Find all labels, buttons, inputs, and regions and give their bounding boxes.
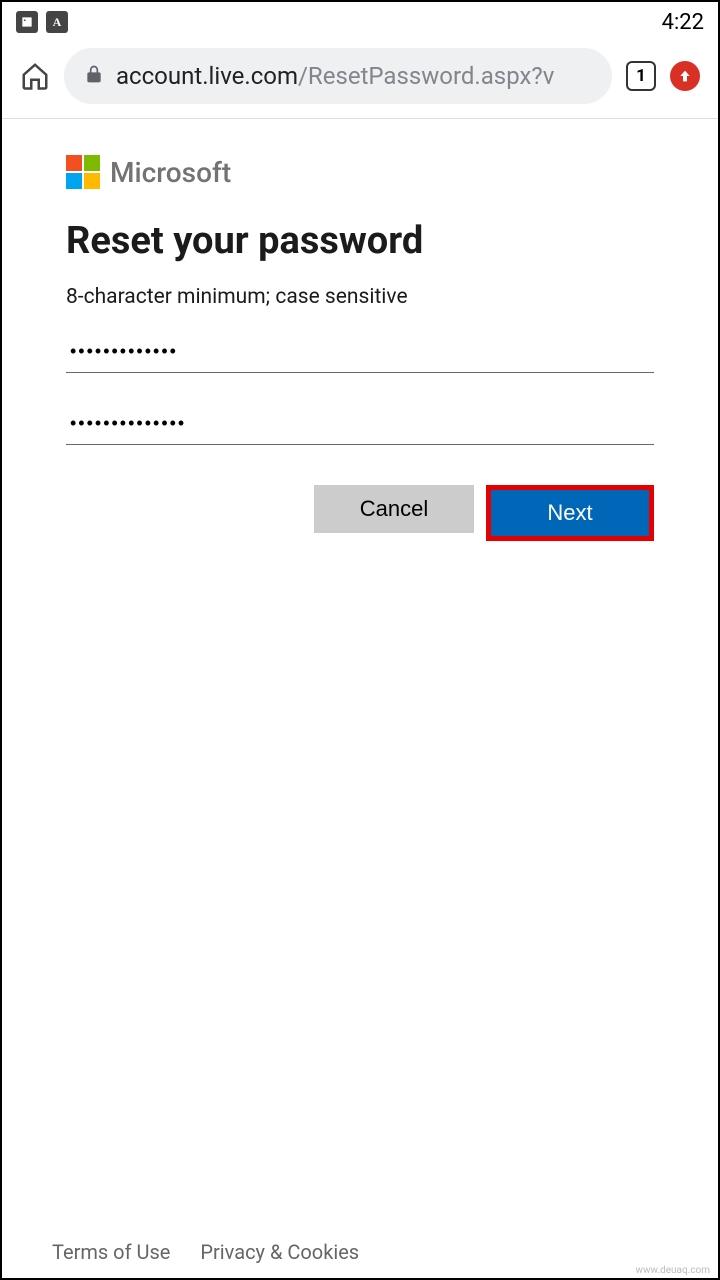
- status-bar: A 4:22: [2, 2, 718, 38]
- password-hint: 8-character minimum; case sensitive: [66, 285, 654, 309]
- image-notification-icon: [16, 11, 38, 33]
- confirm-password-input[interactable]: [66, 399, 654, 445]
- button-row: Cancel Next: [66, 485, 654, 541]
- lock-icon: [84, 64, 104, 88]
- browser-toolbar: account.live.com/ResetPassword.aspx?v 1: [2, 38, 718, 119]
- watermark: www.deuaq.com: [636, 1265, 711, 1276]
- page-content: Microsoft Reset your password 8-characte…: [2, 119, 718, 541]
- home-icon[interactable]: [20, 61, 50, 91]
- privacy-link[interactable]: Privacy & Cookies: [200, 1240, 359, 1264]
- update-available-icon[interactable]: [670, 61, 700, 91]
- next-button-highlight: Next: [486, 485, 654, 541]
- new-password-input[interactable]: [66, 327, 654, 373]
- footer-links: Terms of Use Privacy & Cookies: [52, 1240, 359, 1264]
- terms-link[interactable]: Terms of Use: [52, 1240, 170, 1264]
- app-notification-icon: A: [46, 11, 68, 33]
- tab-switcher[interactable]: 1: [626, 61, 656, 91]
- address-bar[interactable]: account.live.com/ResetPassword.aspx?v: [64, 48, 612, 104]
- next-button[interactable]: Next: [491, 490, 649, 536]
- url-text: account.live.com/ResetPassword.aspx?v: [116, 62, 554, 90]
- microsoft-logo-icon: [66, 155, 100, 189]
- microsoft-logo: Microsoft: [66, 155, 654, 189]
- clock: 4:22: [662, 10, 704, 35]
- page-title: Reset your password: [66, 219, 654, 263]
- cancel-button[interactable]: Cancel: [314, 485, 474, 533]
- microsoft-logo-text: Microsoft: [110, 156, 231, 189]
